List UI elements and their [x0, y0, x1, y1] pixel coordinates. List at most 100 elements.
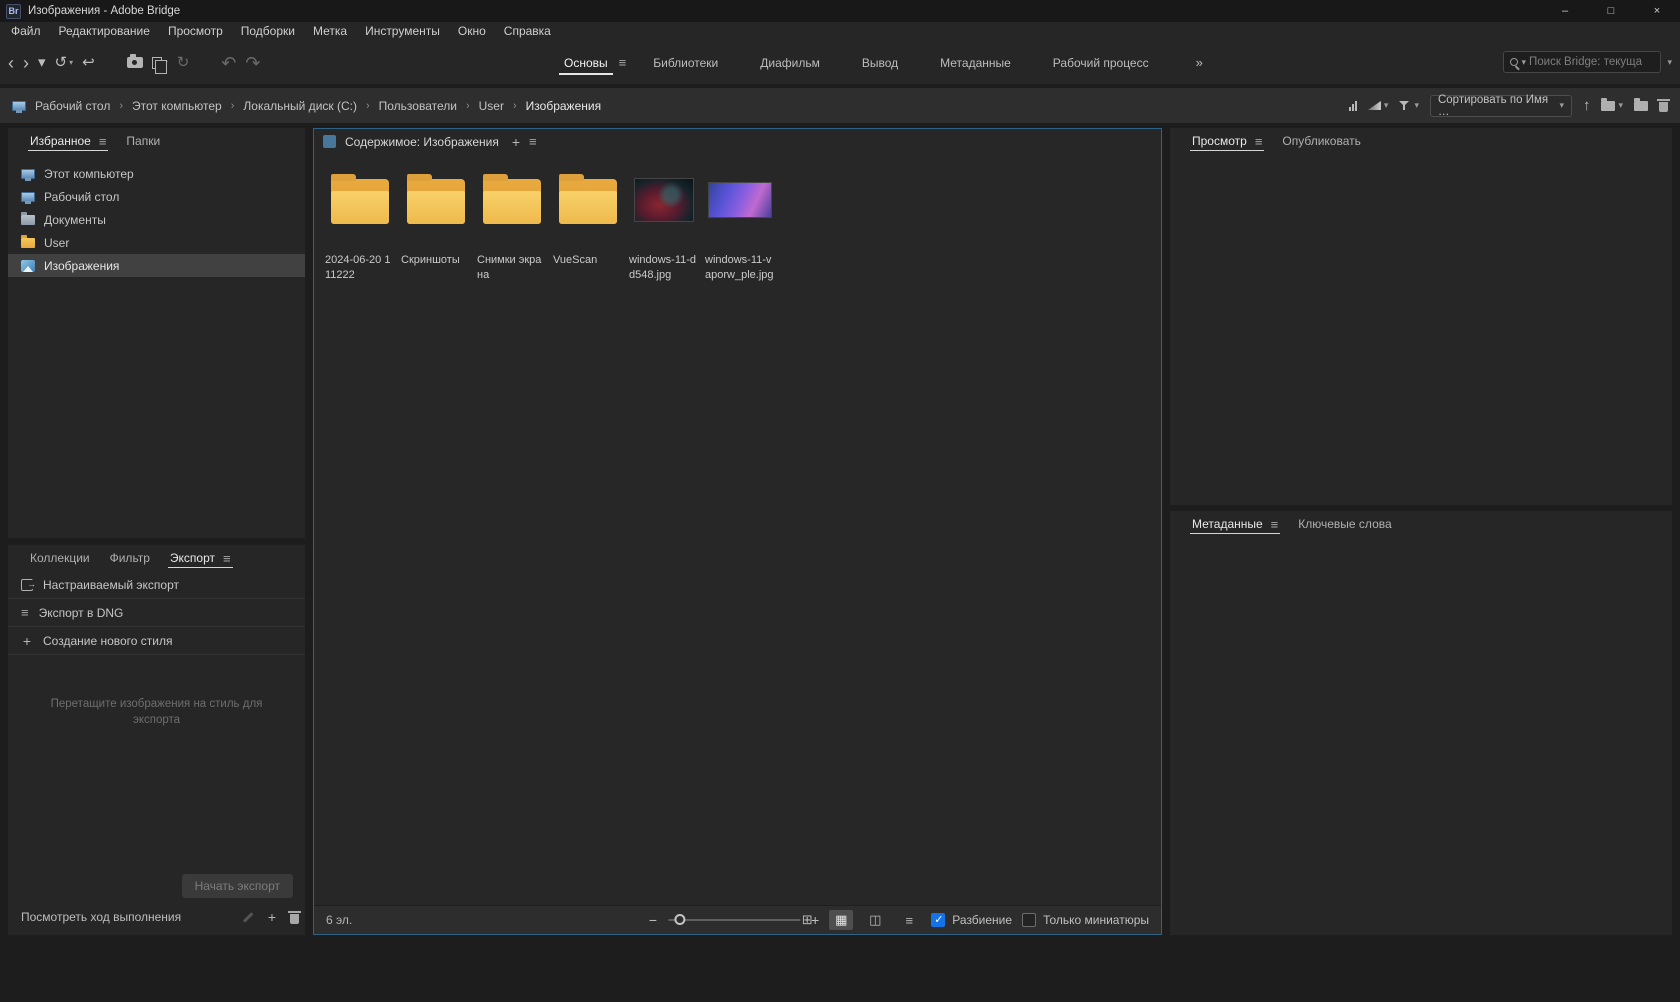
thumbnails-only-checkbox[interactable] — [1022, 913, 1036, 927]
add-tab-icon[interactable]: + — [512, 134, 520, 150]
favorites-item-label: Рабочий стол — [44, 190, 119, 204]
return-to-app-button[interactable]: ↩ — [82, 55, 95, 70]
zoom-in-button[interactable]: + — [811, 912, 819, 928]
tab-export-label: Экспорт — [170, 551, 215, 565]
chevron-down-icon: ▾ — [1559, 100, 1564, 111]
manage-files-button[interactable]: ▾ — [152, 57, 168, 69]
new-folder-icon[interactable] — [1634, 101, 1648, 111]
file-item[interactable]: windows-11-dd548.jpg — [626, 169, 702, 283]
workspace-tab-output[interactable]: Вывод — [841, 41, 919, 84]
filter-button[interactable]: ▾ — [1399, 100, 1419, 111]
tab-favorites[interactable]: Избранное ≡ — [20, 128, 116, 154]
breadcrumb-item[interactable]: Этот компьютер — [132, 99, 222, 113]
recent-items-button[interactable]: ↺▾ — [55, 55, 74, 70]
tab-preview[interactable]: Просмотр ≡ — [1182, 128, 1272, 154]
menu-help[interactable]: Справка — [495, 22, 560, 41]
breadcrumb-item[interactable]: Пользователи — [379, 99, 457, 113]
workspace-tab-essentials[interactable]: Основы — [543, 41, 629, 84]
window-title: Изображения - Adobe Bridge — [28, 5, 180, 17]
menu-file[interactable]: Файл — [2, 22, 50, 41]
view-details-button[interactable]: ◫ — [863, 910, 887, 930]
maximize-button[interactable]: □ — [1588, 0, 1634, 22]
nav-dropdown-icon[interactable]: ▾ — [38, 55, 46, 70]
file-item[interactable]: Снимки экрана — [474, 169, 550, 283]
refresh-button[interactable]: ↻ — [177, 55, 190, 70]
content-title: Содержимое: Изображения — [345, 135, 499, 149]
view-list-button[interactable]: ≡ — [897, 910, 921, 930]
workspace-overflow-chevron[interactable]: » — [1196, 55, 1203, 70]
menu-stacks[interactable]: Подборки — [232, 22, 304, 41]
zoom-slider[interactable] — [668, 919, 800, 921]
sort-dropdown[interactable]: Сортировать по Имя … ▾ — [1430, 95, 1572, 117]
favorites-item-user[interactable]: User — [8, 231, 305, 254]
export-footer: Посмотреть ход выполнения + — [21, 906, 299, 928]
workspace-tab-libraries[interactable]: Библиотеки — [632, 41, 739, 84]
close-button[interactable]: × — [1634, 0, 1680, 22]
tab-keywords[interactable]: Ключевые слова — [1288, 511, 1401, 537]
breadcrumb-item[interactable]: Рабочий стол — [35, 99, 110, 113]
breadcrumb-item-current[interactable]: Изображения — [526, 99, 601, 113]
menu-view[interactable]: Просмотр — [159, 22, 232, 41]
export-action-custom[interactable]: Настраиваемый экспорт — [8, 571, 305, 599]
recent-folders-button[interactable]: ▾ — [1601, 100, 1623, 111]
menu-tools[interactable]: Инструменты — [356, 22, 449, 41]
folder-icon — [331, 179, 389, 224]
panel-menu-icon[interactable]: ≡ — [99, 134, 107, 149]
search-options-chevron-icon[interactable]: ▾ — [1667, 57, 1672, 68]
undo-button[interactable]: ↶ — [221, 54, 236, 72]
favorites-item-documents[interactable]: Документы — [8, 208, 305, 231]
panel-menu-icon[interactable]: ≡ — [1271, 517, 1279, 532]
trash-icon[interactable] — [1659, 102, 1668, 112]
sort-ascending-button[interactable]: ↑ — [1583, 98, 1591, 113]
export-action-new-preset[interactable]: + Создание нового стиля — [8, 627, 305, 655]
workspace-tab-filmstrip[interactable]: Диафильм — [739, 41, 841, 84]
search-input[interactable] — [1529, 56, 1654, 68]
breakdown-checkbox[interactable] — [931, 913, 945, 927]
file-item[interactable]: windows-11-vaporw_ple.jpg — [702, 169, 778, 283]
camera-import-icon[interactable] — [127, 57, 143, 68]
delete-preset-icon[interactable] — [290, 914, 299, 924]
tab-publish[interactable]: Опубликовать — [1272, 128, 1370, 154]
filter-rating-icon[interactable] — [1349, 101, 1357, 111]
file-item[interactable]: 2024-06-20 111222 — [322, 169, 398, 283]
search-scope-chevron-icon[interactable]: ▾ — [1521, 57, 1526, 68]
filter-quality-button[interactable]: ▾ — [1368, 100, 1389, 111]
add-preset-icon[interactable]: + — [266, 909, 278, 925]
favorites-item-pictures[interactable]: Изображения — [8, 254, 305, 277]
workspace-tab-workflow[interactable]: Рабочий процесс — [1032, 41, 1170, 84]
workspace-tab-metadata[interactable]: Метаданные — [919, 41, 1032, 84]
search-box[interactable]: ▾ — [1503, 51, 1661, 73]
minimize-button[interactable]: – — [1542, 0, 1588, 22]
tab-metadata[interactable]: Метаданные ≡ — [1182, 511, 1288, 537]
export-action-dng[interactable]: ≡ Экспорт в DNG — [8, 599, 305, 627]
view-grid-button[interactable]: ▦ — [829, 910, 853, 930]
pictures-icon — [21, 260, 35, 272]
panel-menu-icon[interactable]: ≡ — [1255, 134, 1263, 149]
favorites-item-computer[interactable]: Этот компьютер — [8, 162, 305, 185]
panel-menu-icon[interactable]: ≡ — [529, 134, 537, 149]
breadcrumb-item[interactable]: User — [479, 99, 504, 113]
image-thumbnail — [708, 182, 772, 218]
tab-collections[interactable]: Коллекции — [20, 545, 100, 571]
menu-window[interactable]: Окно — [449, 22, 495, 41]
redo-button[interactable]: ↷ — [245, 54, 260, 72]
forward-button[interactable]: › — [23, 54, 29, 72]
computer-icon — [21, 169, 35, 179]
back-button[interactable]: ‹ — [8, 54, 14, 72]
menu-edit[interactable]: Редактирование — [50, 22, 159, 41]
breadcrumb-item[interactable]: Локальный диск (C:) — [243, 99, 357, 113]
file-item[interactable]: Скриншоты — [398, 169, 474, 283]
zoom-slider-knob[interactable] — [674, 914, 685, 925]
menubar: Файл Редактирование Просмотр Подборки Ме… — [0, 22, 1680, 41]
favorites-item-desktop[interactable]: Рабочий стол — [8, 185, 305, 208]
file-item[interactable]: VueScan — [550, 169, 626, 283]
zoom-out-button[interactable]: − — [649, 912, 657, 928]
menu-label[interactable]: Метка — [304, 22, 356, 41]
tab-export[interactable]: Экспорт ≡ — [160, 545, 241, 571]
view-progress-link[interactable]: Посмотреть ход выполнения — [21, 910, 181, 924]
tab-folders[interactable]: Папки — [116, 128, 170, 154]
panel-menu-icon[interactable]: ≡ — [223, 551, 231, 566]
start-export-button[interactable]: Начать экспорт — [182, 874, 293, 898]
edit-pencil-icon[interactable] — [243, 912, 253, 922]
tab-filter[interactable]: Фильтр — [100, 545, 160, 571]
